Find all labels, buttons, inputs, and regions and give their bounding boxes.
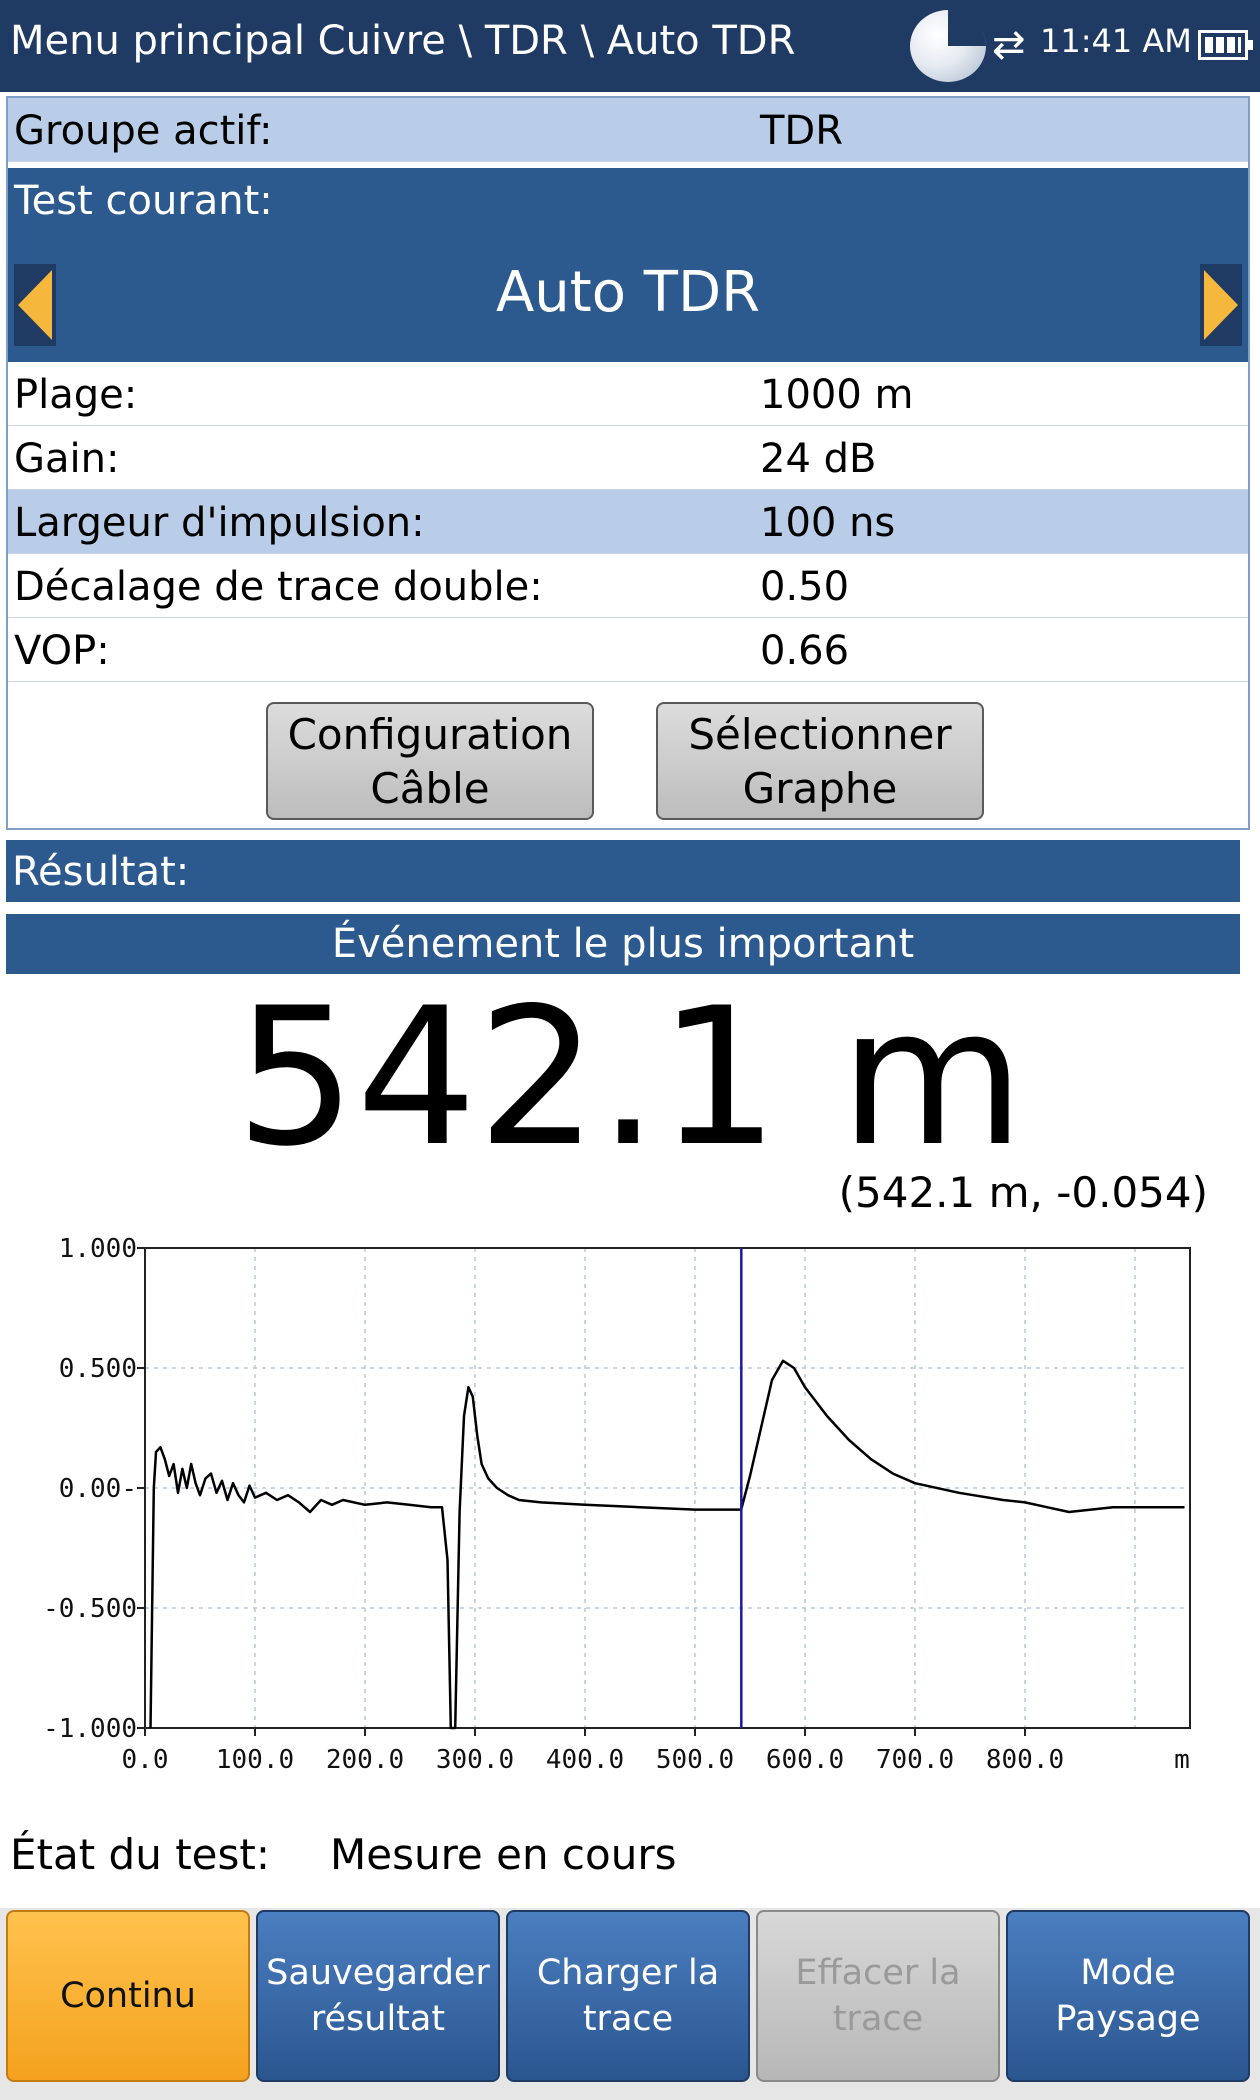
dual-trace-offset-value: 0.50 xyxy=(760,564,850,610)
select-graph-button[interactable]: Sélectionner Graphe xyxy=(656,702,984,820)
sync-arrows-icon: ⇄ xyxy=(992,22,1026,68)
active-group-label: Groupe actif: xyxy=(14,108,273,154)
x-axis-unit-label: m xyxy=(1174,1745,1190,1775)
continuous-label: Continu xyxy=(60,1976,196,2016)
vop-value: 0.66 xyxy=(760,628,850,674)
active-group-row[interactable]: Groupe actif: TDR xyxy=(8,98,1248,162)
dual-trace-offset-label: Décalage de trace double: xyxy=(14,564,543,610)
x-tick-label: 200.0 xyxy=(326,1745,404,1775)
title-bar: Menu principal Cuivre \ TDR \ Auto TDR ⇄… xyxy=(0,0,1260,92)
landscape-mode-line1: Mode xyxy=(1080,1953,1176,1993)
active-group-value: TDR xyxy=(760,108,844,154)
pulse-width-label: Largeur d'impulsion: xyxy=(14,500,425,546)
clear-trace-button: Effacer la trace xyxy=(756,1910,1000,2082)
cable-config-line1: Configuration xyxy=(287,710,573,759)
pulse-width-value: 100 ns xyxy=(760,500,896,546)
tdr-trace-line xyxy=(149,1359,1185,1730)
arrow-right-icon xyxy=(1204,270,1238,340)
range-value: 1000 m xyxy=(760,372,914,418)
load-trace-button[interactable]: Charger la trace xyxy=(506,1910,750,2082)
vop-row[interactable]: VOP: 0.66 xyxy=(8,618,1248,682)
y-tick-label: 1.000 xyxy=(59,1234,137,1264)
breadcrumb: Menu principal Cuivre \ TDR \ Auto TDR xyxy=(10,18,796,64)
globe-icon xyxy=(910,10,986,82)
battery-icon xyxy=(1198,30,1253,60)
test-state: État du test: Mesure en cours xyxy=(10,1830,676,1879)
clock: 11:41 AM xyxy=(1040,22,1192,60)
save-result-button[interactable]: Sauvegarder résultat xyxy=(256,1910,500,2082)
cursor-readout: (542.1 m, -0.054) xyxy=(838,1168,1208,1217)
x-tick-label: 500.0 xyxy=(656,1745,734,1775)
y-tick-label: 0.500 xyxy=(59,1354,137,1384)
test-config-panel: Groupe actif: TDR Test courant: Auto TDR… xyxy=(6,96,1250,830)
gain-row[interactable]: Gain: 24 dB xyxy=(8,426,1248,490)
x-tick-label: 300.0 xyxy=(436,1745,514,1775)
result-header: Résultat: xyxy=(6,840,1240,902)
vop-label: VOP: xyxy=(14,628,110,674)
next-test-button[interactable] xyxy=(1200,264,1242,346)
current-test-value: Auto TDR xyxy=(495,260,761,325)
major-event-title: Événement le plus important xyxy=(6,914,1240,974)
clear-trace-line2: trace xyxy=(832,1999,924,2039)
load-trace-line2: trace xyxy=(582,1999,674,2039)
landscape-mode-line2: Paysage xyxy=(1055,1999,1201,2039)
x-tick-label: 0.0 xyxy=(122,1745,169,1775)
select-graph-line1: Sélectionner xyxy=(688,710,952,759)
select-graph-line2: Graphe xyxy=(742,764,898,813)
y-tick-label: -1.000 xyxy=(43,1714,137,1744)
cable-config-button[interactable]: Configuration Câble xyxy=(266,702,594,820)
x-tick-label: 100.0 xyxy=(216,1745,294,1775)
tdr-trace-chart[interactable]: 1.000 0.500 0.00- -0.500 -1.0000.0 100.0 200.0… xyxy=(0,1230,1260,1790)
test-state-value: Mesure en cours xyxy=(330,1830,677,1879)
gain-label: Gain: xyxy=(14,436,120,482)
dual-trace-offset-row[interactable]: Décalage de trace double: 0.50 xyxy=(8,554,1248,618)
softkey-bar: Continu Sauvegarder résultat Charger la … xyxy=(0,1908,1260,2100)
save-result-line1: Sauvegarder xyxy=(266,1953,490,1993)
y-tick-label: 0.00- xyxy=(59,1474,137,1504)
range-row[interactable]: Plage: 1000 m xyxy=(8,362,1248,426)
result-label: Résultat: xyxy=(12,849,190,895)
current-test-selector: Test courant: Auto TDR xyxy=(8,168,1248,362)
y-tick-label: -0.500 xyxy=(43,1594,137,1624)
save-result-line2: résultat xyxy=(310,1999,446,2039)
continuous-button[interactable]: Continu xyxy=(6,1910,250,2082)
pulse-width-row[interactable]: Largeur d'impulsion: 100 ns xyxy=(8,490,1248,554)
event-distance-value: 542.1 m xyxy=(235,967,1025,1188)
gain-value: 24 dB xyxy=(760,436,877,482)
current-test-label: Test courant: xyxy=(14,178,273,224)
cable-config-line2: Câble xyxy=(370,764,490,813)
x-tick-label: 800.0 xyxy=(986,1745,1064,1775)
landscape-mode-button[interactable]: Mode Paysage xyxy=(1006,1910,1250,2082)
x-tick-label: 600.0 xyxy=(766,1745,844,1775)
x-tick-label: 400.0 xyxy=(546,1745,624,1775)
range-label: Plage: xyxy=(14,372,138,418)
load-trace-line1: Charger la xyxy=(536,1953,720,1993)
clear-trace-line1: Effacer la xyxy=(795,1953,961,1993)
x-tick-label: 700.0 xyxy=(876,1745,954,1775)
test-state-label: État du test: xyxy=(10,1830,270,1879)
